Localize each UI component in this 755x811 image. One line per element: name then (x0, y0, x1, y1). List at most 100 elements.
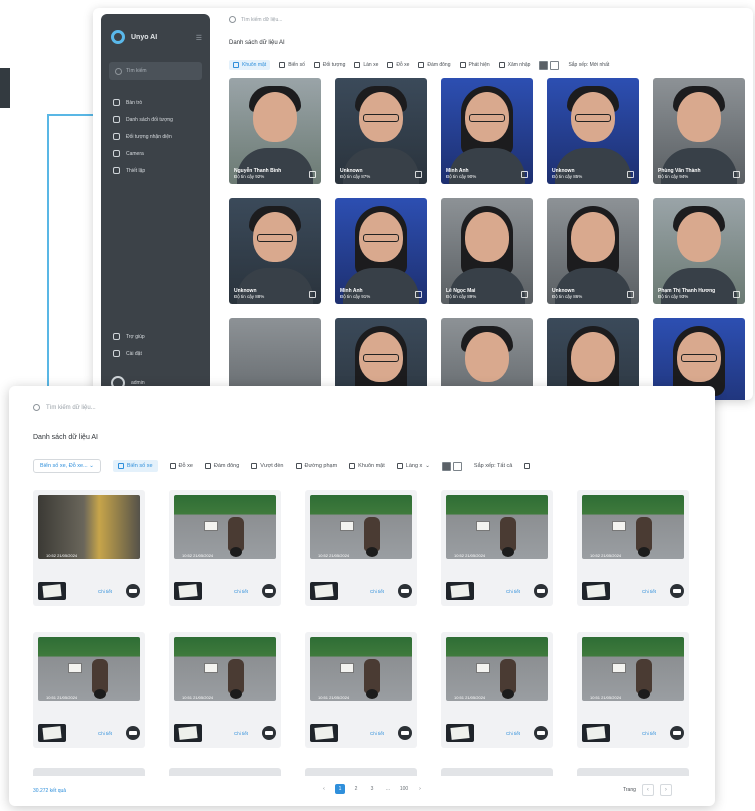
search-input[interactable]: Tìm kiếm dữ liệu... (33, 404, 96, 411)
brand[interactable]: Unyo AI (111, 30, 157, 44)
plate-thumbnail[interactable] (310, 582, 338, 600)
detail-link[interactable]: Chi tiết (370, 589, 384, 594)
page-button[interactable]: 100 (399, 784, 409, 794)
detail-link[interactable]: Chi tiết (370, 731, 384, 736)
page-button[interactable]: 1 (335, 784, 345, 794)
vehicle-card[interactable]: 10:51 21/05/2024 Chi tiết (305, 632, 417, 748)
filter-lane[interactable]: Làng x ⌄ (396, 463, 430, 469)
flag-icon[interactable] (627, 291, 634, 298)
sort-select[interactable]: Sắp xếp: Tất cả (474, 463, 512, 469)
vehicle-card[interactable]: 10:52 21/05/2024 Chi tiết (305, 490, 417, 606)
next-page-button[interactable]: › (415, 784, 425, 794)
vehicle-card[interactable]: 10:51 21/05/2024 Chi tiết (169, 632, 281, 748)
vehicle-card[interactable]: 10:52 21/05/2024 Chi tiết (577, 490, 689, 606)
vehicle-card[interactable]: 10:51 21/05/2024 Chi tiết (33, 632, 145, 748)
face-card[interactable]: Unknown Độ tin cậy 87% (335, 78, 427, 184)
plate-thumbnail[interactable] (582, 582, 610, 600)
detail-link[interactable]: Chi tiết (506, 731, 520, 736)
filter-intrusion[interactable]: Xâm nhập (498, 62, 530, 68)
list-view-icon[interactable] (452, 461, 462, 471)
filter-plate[interactable]: Biển số xe (112, 460, 158, 472)
face-card[interactable]: Minh Anh Độ tin cậy 90% (441, 78, 533, 184)
plate-thumbnail[interactable] (174, 582, 202, 600)
plate-thumbnail[interactable] (582, 724, 610, 742)
grid-view-icon[interactable] (539, 60, 549, 70)
page-button[interactable]: 3 (367, 784, 377, 794)
sidebar-search-input[interactable]: Tìm kiếm (109, 62, 202, 80)
plate-thumbnail[interactable] (174, 724, 202, 742)
play-icon[interactable] (397, 726, 412, 740)
vehicle-card[interactable]: 10:51 21/05/2024 Chi tiết (441, 632, 553, 748)
sidebar-item-help[interactable]: Trợ giúp (113, 328, 203, 345)
sidebar-item[interactable]: Camera (113, 145, 203, 162)
plate-thumbnail[interactable] (38, 724, 66, 742)
plate-thumbnail[interactable] (446, 582, 474, 600)
filter-crowd[interactable]: Đám đông (204, 463, 239, 469)
page-button[interactable]: 2 (351, 784, 361, 794)
filter-lane[interactable]: Làn xe (354, 62, 378, 68)
export-icon[interactable] (524, 463, 531, 469)
face-card[interactable]: Nguyễn Thanh Bình Độ tin cậy 92% (229, 78, 321, 184)
filter-parking[interactable]: Đỗ xe (169, 463, 193, 469)
face-card[interactable]: Phạm Thị Thanh Hương Độ tin cậy 93% (653, 198, 745, 304)
sidebar-item[interactable]: Thiết lập (113, 162, 203, 179)
filter-crowd[interactable]: Đám đông (418, 62, 451, 68)
view-toggle[interactable] (539, 60, 560, 70)
category-select[interactable]: Biển số xe, Đỗ xe... ⌄ (33, 459, 101, 473)
face-card[interactable]: Unknown Độ tin cậy 88% (229, 198, 321, 304)
detail-link[interactable]: Chi tiết (98, 731, 112, 736)
search-input[interactable]: Tìm kiếm dữ liệu... (229, 16, 282, 23)
sidebar-item-settings[interactable]: Cài đặt (113, 345, 203, 362)
play-icon[interactable] (261, 726, 276, 740)
next-arrow-button[interactable]: › (659, 784, 672, 796)
flag-icon[interactable] (415, 291, 422, 298)
vehicle-card[interactable]: 10:51 21/05/2024 Chi tiết (577, 632, 689, 748)
detail-link[interactable]: Chi tiết (98, 589, 112, 594)
vehicle-card[interactable]: 10:52 21/05/2024 Chi tiết (33, 490, 145, 606)
play-icon[interactable] (669, 584, 684, 598)
vehicle-card[interactable]: 10:52 21/05/2024 Chi tiết (441, 490, 553, 606)
flag-icon[interactable] (733, 171, 740, 178)
detail-link[interactable]: Chi tiết (642, 589, 656, 594)
plate-thumbnail[interactable] (310, 724, 338, 742)
face-card[interactable]: Unknown Độ tin cậy 86% (547, 198, 639, 304)
sort-select[interactable]: Sắp xếp: Mới nhất (568, 62, 609, 68)
prev-page-button[interactable]: ‹ (319, 784, 329, 794)
play-icon[interactable] (533, 584, 548, 598)
face-card[interactable]: Phùng Văn Thành Độ tin cậy 94% (653, 78, 745, 184)
flag-icon[interactable] (521, 171, 528, 178)
list-view-icon[interactable] (550, 60, 560, 70)
filter-plate[interactable]: Biển số (279, 62, 305, 68)
play-icon[interactable] (261, 584, 276, 598)
grid-view-icon[interactable] (441, 461, 451, 471)
filter-detect[interactable]: Phát hiện (459, 62, 490, 68)
filter-face[interactable]: Khuôn mặt (229, 60, 271, 70)
face-card[interactable]: Unknown Độ tin cậy 85% (547, 78, 639, 184)
filter-face[interactable]: Khuôn mặt (349, 463, 385, 469)
flag-icon[interactable] (309, 291, 316, 298)
filter-red-light[interactable]: Vượt đèn (251, 463, 284, 469)
flag-icon[interactable] (733, 291, 740, 298)
flag-icon[interactable] (521, 291, 528, 298)
face-card[interactable]: Lê Ngọc Mai Độ tin cậy 89% (441, 198, 533, 304)
flag-icon[interactable] (309, 171, 316, 178)
play-icon[interactable] (125, 726, 140, 740)
filter-object[interactable]: Đối tượng (313, 62, 345, 68)
sidebar-item[interactable]: Danh sách đối tượng (113, 111, 203, 128)
filter-violation[interactable]: Đường phạm (295, 463, 337, 469)
view-toggle[interactable] (441, 461, 462, 471)
play-icon[interactable] (533, 726, 548, 740)
detail-link[interactable]: Chi tiết (642, 731, 656, 736)
detail-link[interactable]: Chi tiết (234, 731, 248, 736)
flag-icon[interactable] (627, 171, 634, 178)
vehicle-card[interactable]: 10:52 21/05/2024 Chi tiết (169, 490, 281, 606)
detail-link[interactable]: Chi tiết (234, 589, 248, 594)
sidebar-item[interactable]: Bàn trò (113, 94, 203, 111)
filter-parking[interactable]: Đỗ xe (387, 62, 409, 68)
play-icon[interactable] (125, 584, 140, 598)
collapse-icon[interactable]: ☰ (196, 34, 202, 42)
sidebar-item[interactable]: Đối tượng nhận diện (113, 128, 203, 145)
face-card[interactable]: Minh Anh Độ tin cậy 91% (335, 198, 427, 304)
flag-icon[interactable] (415, 171, 422, 178)
play-icon[interactable] (669, 726, 684, 740)
